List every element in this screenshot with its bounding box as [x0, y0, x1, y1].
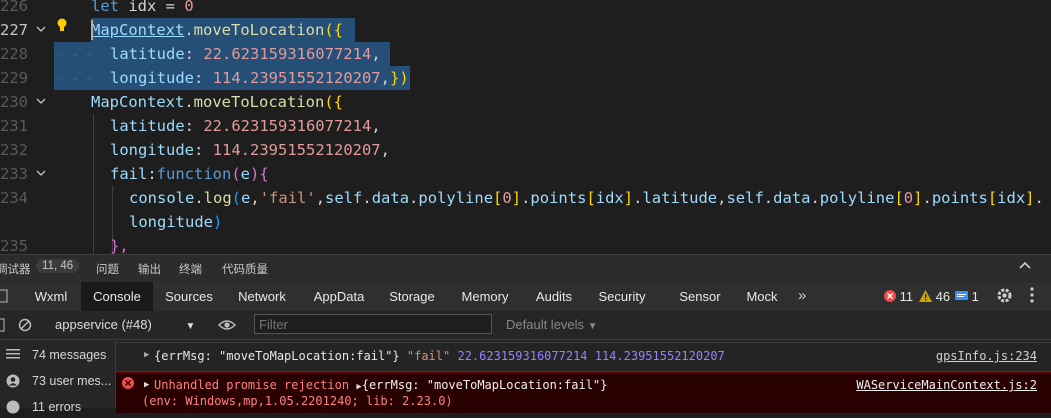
devtools-tab-storage[interactable]: Storage	[380, 282, 444, 311]
code-line[interactable]: 229 → → → longitude: 114.23951552120207,})	[0, 66, 1051, 90]
line-number: 226	[0, 0, 28, 15]
warning-count[interactable]: 46	[919, 289, 950, 304]
chevron-up-icon[interactable]	[1018, 259, 1032, 276]
debugger-badge: 11, 46	[36, 259, 80, 273]
source-link[interactable]: gpsInfo.js:234	[936, 349, 1037, 363]
whitespace-arrow-icon: → → →	[56, 71, 93, 85]
source-link[interactable]: WAServiceMainContext.js:2	[856, 378, 1037, 392]
message-icon	[955, 291, 968, 300]
tab-code-quality[interactable]: 代码质量	[222, 261, 268, 277]
devtools-tab-sources[interactable]: Sources	[155, 282, 223, 311]
devtools-tab-bar: Wxml Console Sources Network AppData Sto…	[0, 282, 1051, 312]
error-icon	[122, 377, 134, 392]
code-line[interactable]: 228 → → → latitude: 22.623159316077214,	[0, 42, 1051, 66]
log-message: {errMsg: "moveToMapLocation:fail"} "fail…	[154, 349, 725, 363]
console-sidebar: 74 messages 73 user mes... 11 errors	[0, 340, 116, 414]
panel-tab-bar: 调试器 11, 46 问题 输出 终端 代码质量	[0, 254, 1051, 283]
line-number: 235	[0, 237, 28, 254]
log-levels-dropdown[interactable]: Default levels ▼	[506, 317, 598, 332]
sidebar-item-label: 11 errors	[32, 400, 82, 414]
code-text: fail:function(e){	[110, 165, 269, 183]
filter-input[interactable]	[254, 314, 492, 334]
more-options-icon[interactable]	[1030, 287, 1034, 306]
console-row: ▶ {errMsg: "moveToMapLocation:fail"} "fa…	[116, 343, 1051, 372]
line-number: 232	[0, 141, 28, 159]
devtools-tab-mock[interactable]: Mock	[736, 282, 788, 311]
sidebar-item-user-messages[interactable]: 73 user mes...	[0, 372, 115, 392]
code-text: longitude: 114.23951552120207,})	[110, 69, 409, 87]
code-line[interactable]: 235},	[0, 234, 1051, 254]
tab-problems[interactable]: 问题	[96, 261, 119, 277]
expand-triangle-icon[interactable]: ▶	[144, 380, 149, 390]
devtools-tab-wxml[interactable]: Wxml	[22, 282, 80, 311]
sidebar-item-label: 73 user mes...	[32, 374, 112, 388]
devtools-tab-security[interactable]: Security	[590, 282, 654, 311]
code-text: latitude: 22.623159316077214,	[110, 45, 381, 63]
devtools-tab-memory[interactable]: Memory	[450, 282, 520, 311]
clear-console-icon[interactable]	[18, 318, 32, 335]
error-message: Unhandled promise rejection ▶{errMsg: "m…	[154, 378, 608, 392]
line-number: 229	[0, 69, 28, 87]
code-line[interactable]: 234 console.log(e,'fail',self.data.polyli…	[0, 186, 1051, 210]
sidebar-item-messages[interactable]: 74 messages	[0, 346, 115, 366]
devtools-tab-network[interactable]: Network	[226, 282, 298, 311]
sidebar-toggle-icon[interactable]	[0, 318, 6, 335]
text-cursor	[91, 20, 93, 40]
more-tabs-icon[interactable]: »	[798, 287, 806, 304]
triangle-down-icon: ▼	[185, 321, 196, 332]
code-text: MapContext.moveToLocation({	[91, 93, 343, 111]
line-number: 231	[0, 117, 28, 135]
gear-icon[interactable]	[996, 287, 1013, 307]
line-number: 234	[0, 189, 28, 207]
code-line[interactable]: 226 let idx = 0	[0, 0, 1051, 18]
expand-triangle-icon[interactable]: ▶	[144, 350, 149, 360]
code-line[interactable]: longitude)	[0, 210, 1051, 234]
code-editor[interactable]: 226 let idx = 0 227 MapContext.moveToLocati…	[0, 0, 1051, 254]
error-icon	[884, 290, 896, 302]
error-count[interactable]: 11	[884, 289, 913, 304]
code-text: longitude)	[129, 213, 223, 231]
line-number: 227	[0, 21, 28, 39]
code-line[interactable]: 231 latitude: 22.623159316077214,	[0, 114, 1051, 138]
tab-debugger[interactable]: 调试器	[0, 261, 31, 277]
code-line[interactable]: 230 MapContext.moveToLocation({	[0, 90, 1051, 114]
console-error-row: ▶ Unhandled promise rejection ▶{errMsg: …	[116, 372, 1051, 413]
inspect-icon[interactable]	[0, 289, 10, 306]
devtools-tab-audits[interactable]: Audits	[525, 282, 583, 311]
context-selector[interactable]: appservice (#48) ▼	[55, 317, 195, 332]
devtools-tab-console[interactable]: Console	[81, 282, 153, 311]
whitespace-arrow-icon: → → →	[56, 47, 93, 61]
code-line[interactable]: 233 fail:function(e){	[0, 162, 1051, 186]
console-row-partial	[116, 332, 1051, 343]
line-number: 230	[0, 93, 28, 111]
warning-icon	[919, 290, 932, 302]
code-line[interactable]: 232 longitude: 114.23951552120207,	[0, 138, 1051, 162]
list-icon	[6, 348, 20, 363]
code-text: MapContext.moveToLocation({	[91, 21, 343, 39]
tab-output[interactable]: 输出	[138, 261, 161, 277]
triangle-down-icon: ▼	[587, 321, 598, 332]
code-text: longitude: 114.23951552120207,	[110, 141, 390, 159]
devtools-tab-appdata[interactable]: AppData	[303, 282, 375, 311]
line-number: 228	[0, 45, 28, 63]
code-text: latitude: 22.623159316077214,	[110, 117, 381, 135]
code-text: console.log(e,'fail',self.data.polyline[…	[129, 189, 1044, 207]
code-line[interactable]: 227 MapContext.moveToLocation({	[0, 18, 1051, 42]
code-text: let idx = 0	[91, 0, 194, 15]
devtools-tab-sensor[interactable]: Sensor	[670, 282, 730, 311]
console-output[interactable]: ▶ {errMsg: "moveToMapLocation:fail"} "fa…	[116, 340, 1051, 413]
tab-terminal[interactable]: 终端	[179, 261, 202, 277]
error-icon	[6, 400, 20, 417]
info-count[interactable]: 1	[955, 289, 979, 304]
sidebar-item-label: 74 messages	[32, 348, 107, 362]
sidebar-item-errors[interactable]: 11 errors	[0, 398, 115, 418]
env-info: (env: Windows,mp,1.05.2201240; lib: 2.23…	[142, 394, 453, 408]
line-number: 233	[0, 165, 28, 183]
user-icon	[6, 374, 20, 391]
code-text: },	[110, 237, 129, 254]
